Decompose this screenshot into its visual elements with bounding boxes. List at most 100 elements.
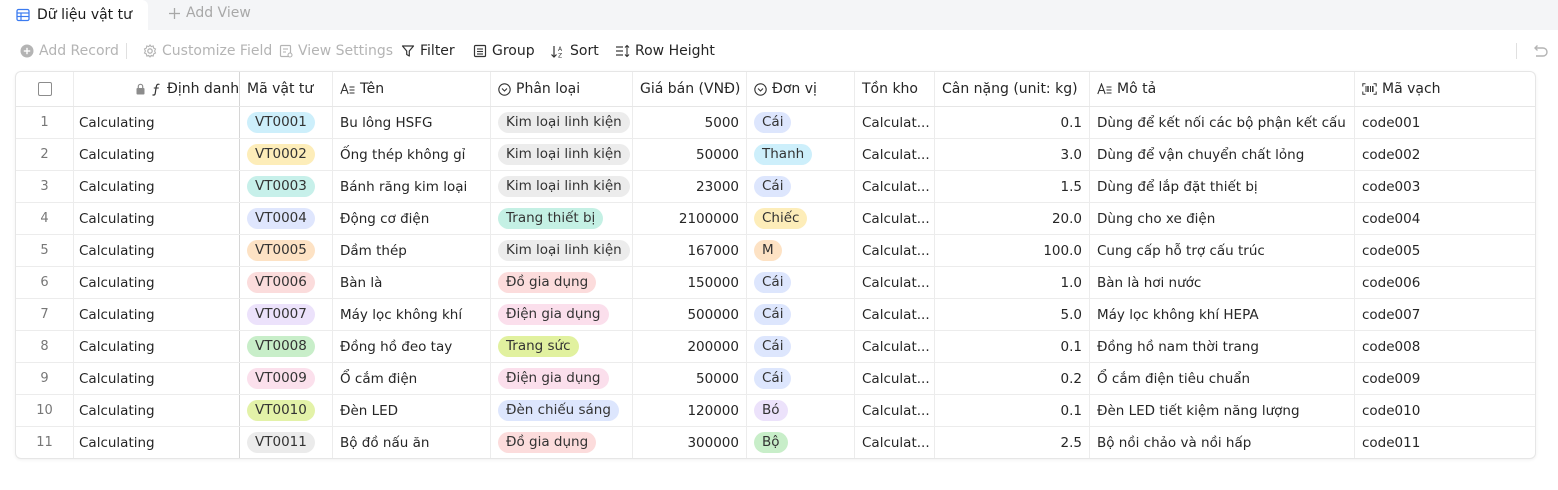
table-row[interactable]: 4 Calculating VT0004 Động cơ điện Trang thiế… [16,203,1535,235]
cell-ten[interactable]: Bu lông HSFG [333,107,491,138]
column-header-phan-loai[interactable]: Phân loại [491,72,633,106]
cell-mo-ta[interactable]: Bộ nồi chảo và nồi hấp [1090,427,1355,458]
cell-ma-vach[interactable]: code004 [1355,203,1535,234]
cell-dinh-danh[interactable]: Calculating [74,171,240,202]
cell-don-vi[interactable]: Cái [747,299,855,330]
cell-can-nang[interactable]: 20.0 [935,203,1090,234]
cell-dinh-danh[interactable]: Calculating [74,107,240,138]
cell-phan-loai[interactable]: Kim loại linh kiện [491,139,633,170]
column-header-ma-vat-tu[interactable]: Mã vật tư [240,72,333,106]
customize-field-button[interactable]: Customize Field [143,34,272,68]
cell-ma-vat-tu[interactable]: VT0003 [240,171,333,202]
cell-ten[interactable]: Dầm thép [333,235,491,266]
row-index[interactable]: 4 [16,203,74,234]
cell-ton-kho[interactable]: Calculat... [855,171,935,202]
cell-phan-loai[interactable]: Điện gia dụng [491,363,633,394]
cell-dinh-danh[interactable]: Calculating [74,363,240,394]
cell-ten[interactable]: Bộ đồ nấu ăn [333,427,491,458]
cell-dinh-danh[interactable]: Calculating [74,427,240,458]
add-record-button[interactable]: Add Record [20,34,119,68]
cell-ten[interactable]: Bàn là [333,267,491,298]
row-index[interactable]: 8 [16,331,74,362]
column-header-mo-ta[interactable]: Mô tả [1090,72,1355,106]
column-header-can-nang[interactable]: Cân nặng (unit: kg) [935,72,1090,106]
cell-phan-loai[interactable]: Kim loại linh kiện [491,171,633,202]
cell-mo-ta[interactable]: Dùng để kết nối các bộ phận kết cấu [1090,107,1355,138]
cell-dinh-danh[interactable]: Calculating [74,299,240,330]
cell-can-nang[interactable]: 2.5 [935,427,1090,458]
undo-icon[interactable] [1530,41,1548,61]
cell-don-vi[interactable]: Cái [747,171,855,202]
cell-phan-loai[interactable]: Kim loại linh kiện [491,235,633,266]
cell-mo-ta[interactable]: Ổ cắm điện tiêu chuẩn [1090,363,1355,394]
cell-phan-loai[interactable]: Kim loại linh kiện [491,107,633,138]
cell-can-nang[interactable]: 0.1 [935,107,1090,138]
cell-ton-kho[interactable]: Calculat... [855,331,935,362]
cell-ma-vach[interactable]: code011 [1355,427,1535,458]
cell-ten[interactable]: Ống thép không gỉ [333,139,491,170]
cell-can-nang[interactable]: 0.1 [935,331,1090,362]
cell-ma-vat-tu[interactable]: VT0010 [240,395,333,426]
cell-don-vi[interactable]: Cái [747,107,855,138]
cell-gia-ban[interactable]: 5000 [633,107,747,138]
cell-ton-kho[interactable]: Calculat... [855,267,935,298]
row-index[interactable]: 3 [16,171,74,202]
table-row[interactable]: 3 Calculating VT0003 Bánh răng kim loại Kim … [16,171,1535,203]
cell-ten[interactable]: Bánh răng kim loại [333,171,491,202]
row-index[interactable]: 1 [16,107,74,138]
cell-ma-vach[interactable]: code009 [1355,363,1535,394]
table-row[interactable]: 2 Calculating VT0002 Ống thép không gỉ Kim l… [16,139,1535,171]
cell-phan-loai[interactable]: Đồ gia dụng [491,427,633,458]
cell-don-vi[interactable]: Bó [747,395,855,426]
cell-gia-ban[interactable]: 150000 [633,267,747,298]
cell-mo-ta[interactable]: Dùng để lắp đặt thiết bị [1090,171,1355,202]
cell-ton-kho[interactable]: Calculat... [855,139,935,170]
cell-don-vi[interactable]: Thanh [747,139,855,170]
filter-button[interactable]: Filter [401,34,455,68]
cell-ton-kho[interactable]: Calculat... [855,107,935,138]
cell-gia-ban[interactable]: 50000 [633,363,747,394]
add-view-button[interactable]: Add View [168,0,251,26]
select-all-checkbox[interactable] [37,82,52,96]
cell-ten[interactable]: Đèn LED [333,395,491,426]
cell-mo-ta[interactable]: Đèn LED tiết kiệm năng lượng [1090,395,1355,426]
column-header-ton-kho[interactable]: Tồn kho [855,72,935,106]
cell-mo-ta[interactable]: Máy lọc không khí HEPA [1090,299,1355,330]
cell-dinh-danh[interactable]: Calculating [74,139,240,170]
cell-ma-vat-tu[interactable]: VT0001 [240,107,333,138]
cell-don-vi[interactable]: M [747,235,855,266]
column-header-ten[interactable]: Tên [333,72,491,106]
cell-ma-vach[interactable]: code008 [1355,331,1535,362]
cell-can-nang[interactable]: 3.0 [935,139,1090,170]
cell-ma-vach[interactable]: code002 [1355,139,1535,170]
cell-mo-ta[interactable]: Cung cấp hỗ trợ cấu trúc [1090,235,1355,266]
cell-dinh-danh[interactable]: Calculating [74,331,240,362]
cell-gia-ban[interactable]: 200000 [633,331,747,362]
table-row[interactable]: 7 Calculating VT0007 Máy lọc không khí Điện … [16,299,1535,331]
cell-ton-kho[interactable]: Calculat... [855,235,935,266]
cell-mo-ta[interactable]: Dùng để vận chuyển chất lỏng [1090,139,1355,170]
column-header-don-vi[interactable]: Đơn vị [747,72,855,106]
cell-can-nang[interactable]: 1.0 [935,267,1090,298]
cell-ton-kho[interactable]: Calculat... [855,395,935,426]
cell-can-nang[interactable]: 100.0 [935,235,1090,266]
cell-dinh-danh[interactable]: Calculating [74,203,240,234]
cell-can-nang[interactable]: 0.1 [935,395,1090,426]
cell-don-vi[interactable]: Bộ [747,427,855,458]
cell-ten[interactable]: Đồng hồ đeo tay [333,331,491,362]
cell-gia-ban[interactable]: 167000 [633,235,747,266]
cell-ton-kho[interactable]: Calculat... [855,427,935,458]
cell-gia-ban[interactable]: 120000 [633,395,747,426]
cell-ton-kho[interactable]: Calculat... [855,363,935,394]
cell-phan-loai[interactable]: Đèn chiếu sáng [491,395,633,426]
cell-gia-ban[interactable]: 2100000 [633,203,747,234]
cell-can-nang[interactable]: 1.5 [935,171,1090,202]
table-row[interactable]: 8 Calculating VT0008 Đồng hồ đeo tay Trang s… [16,331,1535,363]
cell-mo-ta[interactable]: Đồng hồ nam thời trang [1090,331,1355,362]
row-index[interactable]: 9 [16,363,74,394]
table-row[interactable]: 10 Calculating VT0010 Đèn LED Đèn chiếu sáng… [16,395,1535,427]
cell-don-vi[interactable]: Cái [747,267,855,298]
cell-ten[interactable]: Động cơ điện [333,203,491,234]
view-settings-button[interactable]: View Settings [279,34,393,68]
cell-ton-kho[interactable]: Calculat... [855,299,935,330]
